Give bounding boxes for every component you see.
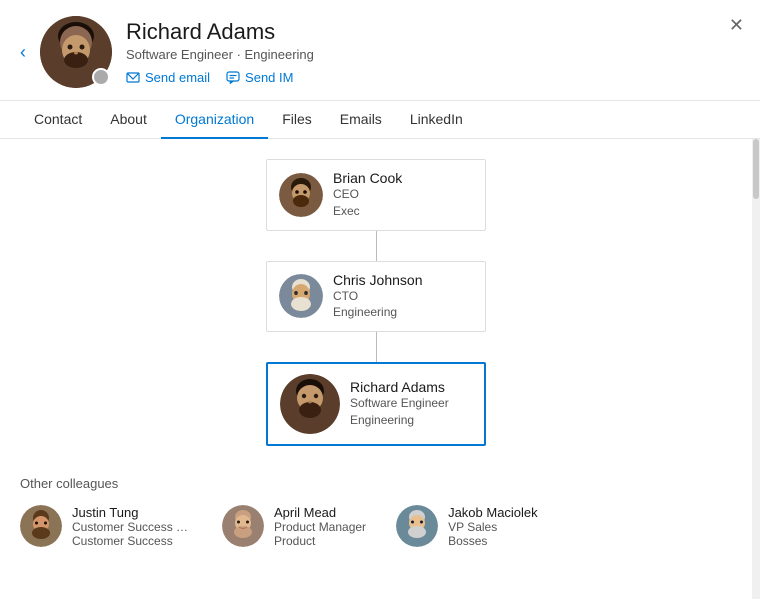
colleague-name-jakob: Jakob Maciolek: [448, 505, 538, 520]
org-title-brian: CEO Exec: [333, 186, 473, 220]
send-im-button[interactable]: Send IM: [226, 70, 293, 85]
back-button[interactable]: ‹: [20, 43, 26, 61]
org-info-chris: Chris Johnson CTO Engineering: [333, 272, 473, 322]
avatar-april: [222, 505, 264, 547]
avatar-jakob: [396, 505, 438, 547]
presence-indicator: [92, 68, 110, 86]
organization-tab-content: Brian Cook CEO Exec: [0, 139, 752, 599]
org-node-chris[interactable]: Chris Johnson CTO Engineering: [266, 261, 486, 333]
avatar-chris: [279, 274, 323, 318]
send-email-button[interactable]: Send email: [126, 70, 210, 85]
org-connector-2: [376, 332, 377, 362]
tab-emails[interactable]: Emails: [326, 101, 396, 139]
email-icon: [126, 71, 140, 85]
avatar-richard-org: [280, 374, 340, 434]
colleague-role-jakob: VP Sales: [448, 520, 538, 534]
org-name-richard: Richard Adams: [350, 379, 472, 395]
tab-files[interactable]: Files: [268, 101, 326, 139]
colleagues-list: Justin Tung Customer Success Man... Cust…: [20, 505, 732, 548]
colleague-role-april: Product Manager: [274, 520, 366, 534]
colleague-role-justin: Customer Success Man...: [72, 520, 192, 534]
org-node-brian[interactable]: Brian Cook CEO Exec: [266, 159, 486, 231]
colleague-dept-april: Product: [274, 534, 366, 548]
org-name-chris: Chris Johnson: [333, 272, 473, 288]
tab-organization[interactable]: Organization: [161, 101, 268, 139]
colleague-dept-jakob: Bosses: [448, 534, 538, 548]
scrollbar[interactable]: [752, 139, 760, 599]
avatar-brian: [279, 173, 323, 217]
colleague-april[interactable]: April Mead Product Manager Product: [222, 505, 366, 548]
scrollbar-thumb[interactable]: [753, 139, 759, 199]
org-connector-1: [376, 231, 377, 261]
org-name-brian: Brian Cook: [333, 170, 473, 186]
colleague-info-jakob: Jakob Maciolek VP Sales Bosses: [448, 505, 538, 548]
org-chart: Brian Cook CEO Exec: [20, 159, 732, 466]
colleague-name-april: April Mead: [274, 505, 366, 520]
colleague-justin[interactable]: Justin Tung Customer Success Man... Cust…: [20, 505, 192, 548]
tab-contact[interactable]: Contact: [20, 101, 96, 139]
org-info-brian: Brian Cook CEO Exec: [333, 170, 473, 220]
colleague-info-april: April Mead Product Manager Product: [274, 505, 366, 548]
profile-subtitle: Software Engineer · Engineering: [126, 47, 740, 62]
colleague-dept-justin: Customer Success: [72, 534, 192, 548]
close-button[interactable]: ✕: [729, 16, 744, 34]
tab-linkedin[interactable]: LinkedIn: [396, 101, 477, 139]
colleague-name-justin: Justin Tung: [72, 505, 192, 520]
org-title-chris: CTO Engineering: [333, 288, 473, 322]
content-area: Brian Cook CEO Exec: [0, 139, 760, 599]
profile-name: Richard Adams: [126, 19, 740, 45]
colleagues-section: Other colleagues: [20, 476, 732, 548]
profile-actions: Send email Send IM: [126, 70, 740, 85]
avatar-justin: [20, 505, 62, 547]
colleague-jakob[interactable]: Jakob Maciolek VP Sales Bosses: [396, 505, 538, 548]
im-icon: [226, 71, 240, 85]
org-info-richard: Richard Adams Software Engineer Engineer…: [350, 379, 472, 429]
tab-bar: Contact About Organization Files Emails …: [0, 101, 760, 139]
tab-about[interactable]: About: [96, 101, 161, 139]
org-node-richard[interactable]: Richard Adams Software Engineer Engineer…: [266, 362, 486, 446]
avatar-container: [40, 16, 112, 88]
profile-header: ‹ Richard Adams Software Engineer · E: [0, 0, 760, 101]
profile-info: Richard Adams Software Engineer · Engine…: [126, 19, 740, 85]
colleague-info-justin: Justin Tung Customer Success Man... Cust…: [72, 505, 192, 548]
colleagues-title: Other colleagues: [20, 476, 732, 491]
org-title-richard: Software Engineer Engineering: [350, 395, 472, 429]
